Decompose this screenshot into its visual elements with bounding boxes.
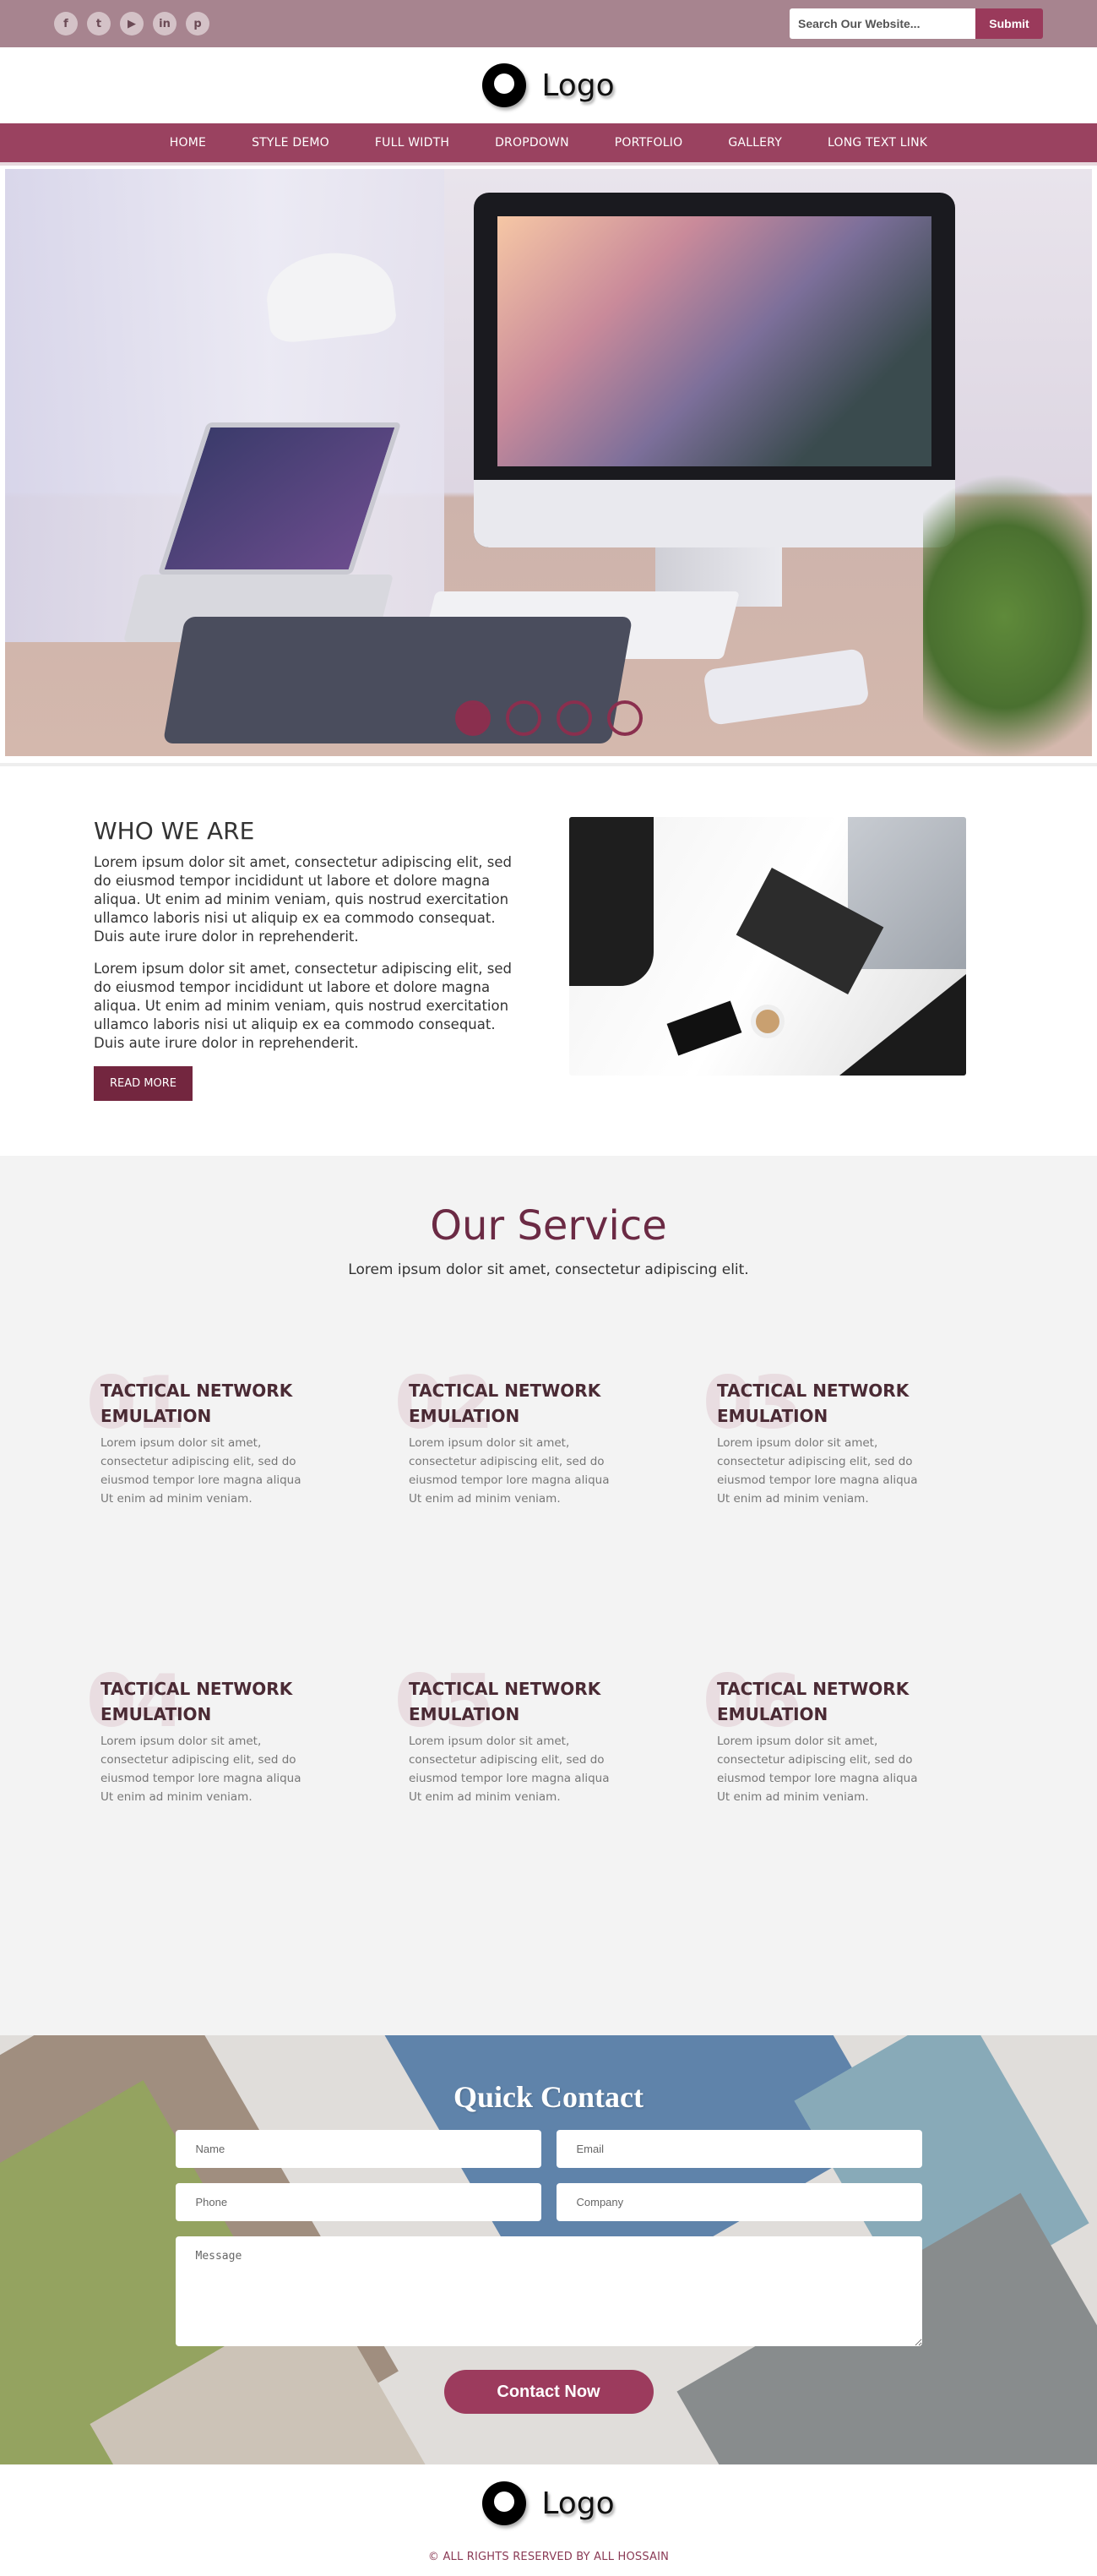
main-nav: HOME STYLE DEMO FULL WIDTH DROPDOWN PORT…: [0, 123, 1097, 166]
header-logo[interactable]: Logo: [0, 47, 1097, 123]
site-search: Submit: [790, 8, 1043, 39]
name-field[interactable]: [175, 2130, 541, 2168]
services-section: Our Service Lorem ipsum dolor sit amet, …: [0, 1156, 1097, 2035]
service-title: TACTICAL NETWORK EMULATION: [100, 1381, 293, 1426]
read-more-button[interactable]: READ MORE: [94, 1066, 193, 1101]
service-text: Lorem ipsum dolor sit amet, consectetur …: [100, 1735, 301, 1804]
company-field[interactable]: [556, 2183, 922, 2221]
slider-dot-2[interactable]: [505, 700, 541, 736]
service-title: TACTICAL NETWORK EMULATION: [409, 1381, 601, 1426]
who-title: WHO WE ARE: [94, 817, 255, 845]
linkedin-icon[interactable]: in: [153, 12, 176, 35]
logo-icon: [482, 63, 527, 107]
service-text: Lorem ipsum dolor sit amet, consectetur …: [100, 1436, 301, 1506]
facebook-icon[interactable]: f: [54, 12, 78, 35]
services-title: Our Service: [430, 1202, 667, 1250]
service-card: 05 TACTICAL NETWORK EMULATION Lorem ipsu…: [394, 1659, 703, 1968]
service-text: Lorem ipsum dolor sit amet, consectetur …: [717, 1436, 918, 1506]
nav-item-style-demo[interactable]: STYLE DEMO: [229, 136, 352, 150]
contact-form: Quick Contact Contact Now: [175, 2035, 922, 2414]
slider-dot-3[interactable]: [556, 700, 592, 736]
message-field[interactable]: [175, 2236, 922, 2346]
who-photo: [569, 817, 966, 1076]
logo-text: Logo: [541, 68, 615, 103]
nav-item-home[interactable]: HOME: [147, 136, 229, 150]
service-title: TACTICAL NETWORK EMULATION: [100, 1679, 293, 1724]
service-card: 06 TACTICAL NETWORK EMULATION Lorem ipsu…: [703, 1659, 1011, 1968]
who-paragraph: Lorem ipsum dolor sit amet, consectetur …: [94, 961, 512, 1051]
hero-slider: [5, 169, 1092, 756]
email-field[interactable]: [556, 2130, 922, 2168]
search-submit-button[interactable]: Submit: [975, 8, 1043, 39]
slider-dot-4[interactable]: [606, 700, 643, 736]
service-card: 01 TACTICAL NETWORK EMULATION Lorem ipsu…: [86, 1361, 394, 1669]
top-bar: f t ▶ in p Submit: [0, 0, 1097, 47]
nav-item-full-width[interactable]: FULL WIDTH: [352, 136, 472, 150]
service-text: Lorem ipsum dolor sit amet, consectetur …: [409, 1436, 610, 1506]
logo-icon: [482, 2481, 527, 2525]
social-links: f t ▶ in p: [54, 12, 209, 35]
youtube-icon[interactable]: ▶: [120, 12, 144, 35]
hero-imac: [474, 193, 955, 547]
who-paragraph: Lorem ipsum dolor sit amet, consectetur …: [94, 854, 512, 945]
service-title: TACTICAL NETWORK EMULATION: [717, 1381, 910, 1426]
nav-item-portfolio[interactable]: PORTFOLIO: [592, 136, 706, 150]
search-input[interactable]: [790, 8, 975, 39]
services-grid: 01 TACTICAL NETWORK EMULATION Lorem ipsu…: [0, 1361, 1097, 1968]
logo-text: Logo: [541, 2486, 615, 2521]
service-card: 02 TACTICAL NETWORK EMULATION Lorem ipsu…: [394, 1361, 703, 1669]
service-text: Lorem ipsum dolor sit amet, consectetur …: [717, 1735, 918, 1804]
service-text: Lorem ipsum dolor sit amet, consectetur …: [409, 1735, 610, 1804]
nav-item-long-text-link[interactable]: LONG TEXT LINK: [805, 136, 950, 150]
service-title: TACTICAL NETWORK EMULATION: [717, 1679, 910, 1724]
services-subtitle: Lorem ipsum dolor sit amet, consectetur …: [348, 1261, 749, 1278]
footer-logo[interactable]: Logo: [482, 2481, 615, 2525]
section-divider: [0, 756, 1097, 766]
slider-dots: [5, 700, 1092, 736]
copyright-text: © ALL RIGHTS RESERVED BY ALL HOSSAIN: [427, 2551, 670, 2563]
contact-title: Quick Contact: [453, 2080, 644, 2114]
service-card: 03 TACTICAL NETWORK EMULATION Lorem ipsu…: [703, 1361, 1011, 1669]
twitter-icon[interactable]: t: [87, 12, 111, 35]
service-card: 04 TACTICAL NETWORK EMULATION Lorem ipsu…: [86, 1659, 394, 1968]
phone-field[interactable]: [175, 2183, 541, 2221]
footer: Logo © ALL RIGHTS RESERVED BY ALL HOSSAI…: [0, 2464, 1097, 2576]
nav-item-gallery[interactable]: GALLERY: [705, 136, 805, 150]
pinterest-icon[interactable]: p: [186, 12, 209, 35]
contact-now-button[interactable]: Contact Now: [443, 2370, 654, 2414]
nav-item-dropdown[interactable]: DROPDOWN: [472, 136, 592, 150]
service-title: TACTICAL NETWORK EMULATION: [409, 1679, 601, 1724]
slider-dot-1[interactable]: [454, 700, 491, 736]
quick-contact-section: Quick Contact Contact Now: [0, 2035, 1097, 2464]
who-we-are-section: WHO WE ARE Lorem ipsum dolor sit amet, c…: [0, 766, 1097, 1156]
